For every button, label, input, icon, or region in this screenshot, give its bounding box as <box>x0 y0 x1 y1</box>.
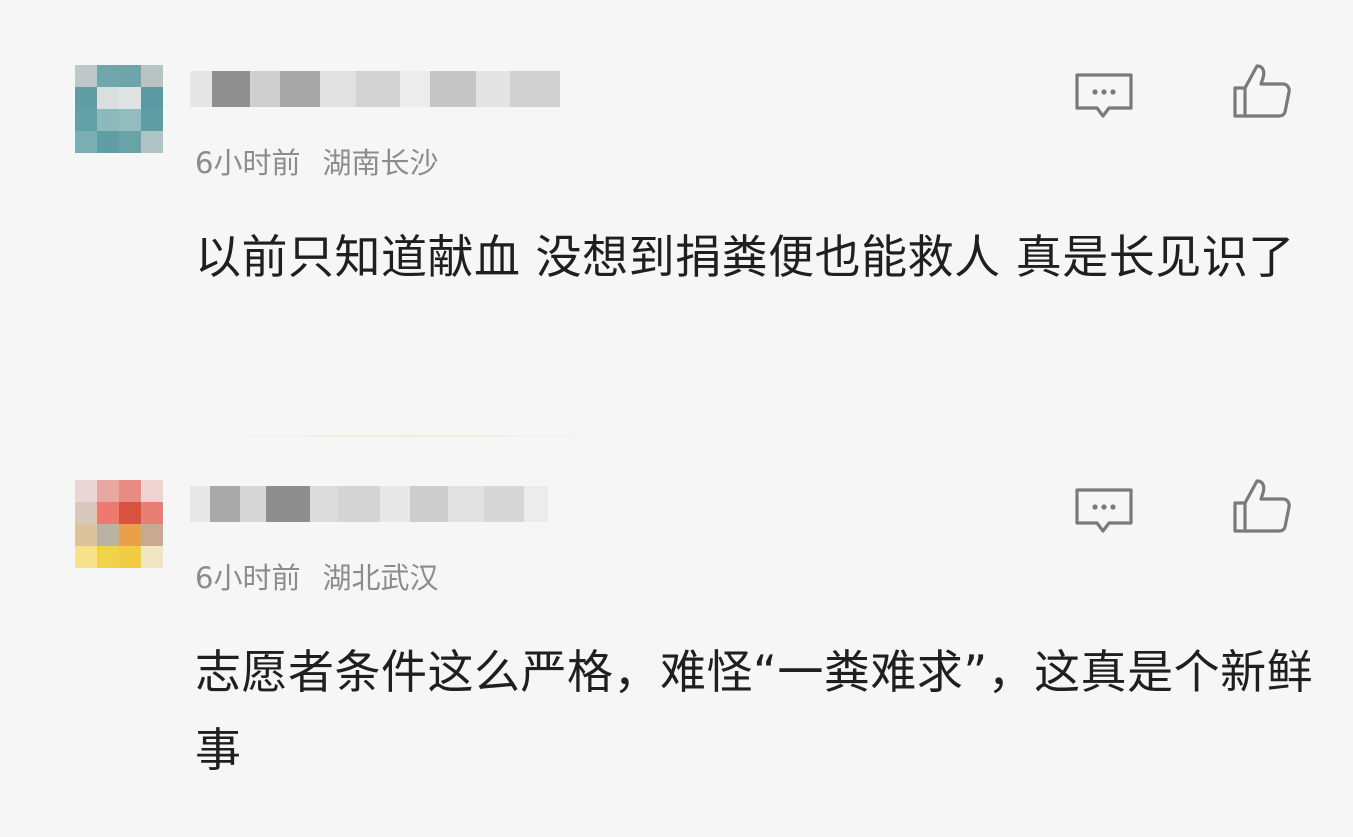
comment-item: 6小时前 湖北武汉 志愿者条件这么严格，难怪“一粪难求”，这真是个新鲜事 <box>0 455 1353 835</box>
username[interactable] <box>190 480 570 528</box>
comment-time: 6小时前 <box>195 146 301 180</box>
blurred-username <box>190 71 560 107</box>
avatar[interactable] <box>75 480 163 568</box>
blurred-username <box>190 486 548 522</box>
comment-meta: 6小时前 湖北武汉 <box>195 555 438 597</box>
reply-button[interactable] <box>1073 70 1135 122</box>
thumbs-up-icon <box>1233 64 1291 118</box>
comment-bubble-icon <box>1075 488 1133 533</box>
avatar[interactable] <box>75 65 163 153</box>
comment-time: 6小时前 <box>195 561 301 595</box>
comment-bubble-icon <box>1075 73 1133 118</box>
like-button[interactable] <box>1230 475 1294 537</box>
comment-location: 湖北武汉 <box>322 561 439 595</box>
like-button[interactable] <box>1230 60 1294 122</box>
username[interactable] <box>190 65 570 113</box>
comment-item: 6小时前 湖南长沙 以前只知道献血 没想到捐粪便也能救人 真是长见识了 <box>0 40 1353 437</box>
comment-meta: 6小时前 湖南长沙 <box>195 140 438 182</box>
reply-button[interactable] <box>1073 485 1135 537</box>
divider <box>210 435 610 437</box>
comment-location: 湖南长沙 <box>322 146 439 180</box>
comment-text: 以前只知道献血 没想到捐粪便也能救人 真是长见识了 <box>195 230 1295 284</box>
comment-text: 志愿者条件这么严格，难怪“一粪难求”，这真是个新鲜事 <box>195 645 1314 777</box>
thumbs-up-icon <box>1233 479 1291 533</box>
